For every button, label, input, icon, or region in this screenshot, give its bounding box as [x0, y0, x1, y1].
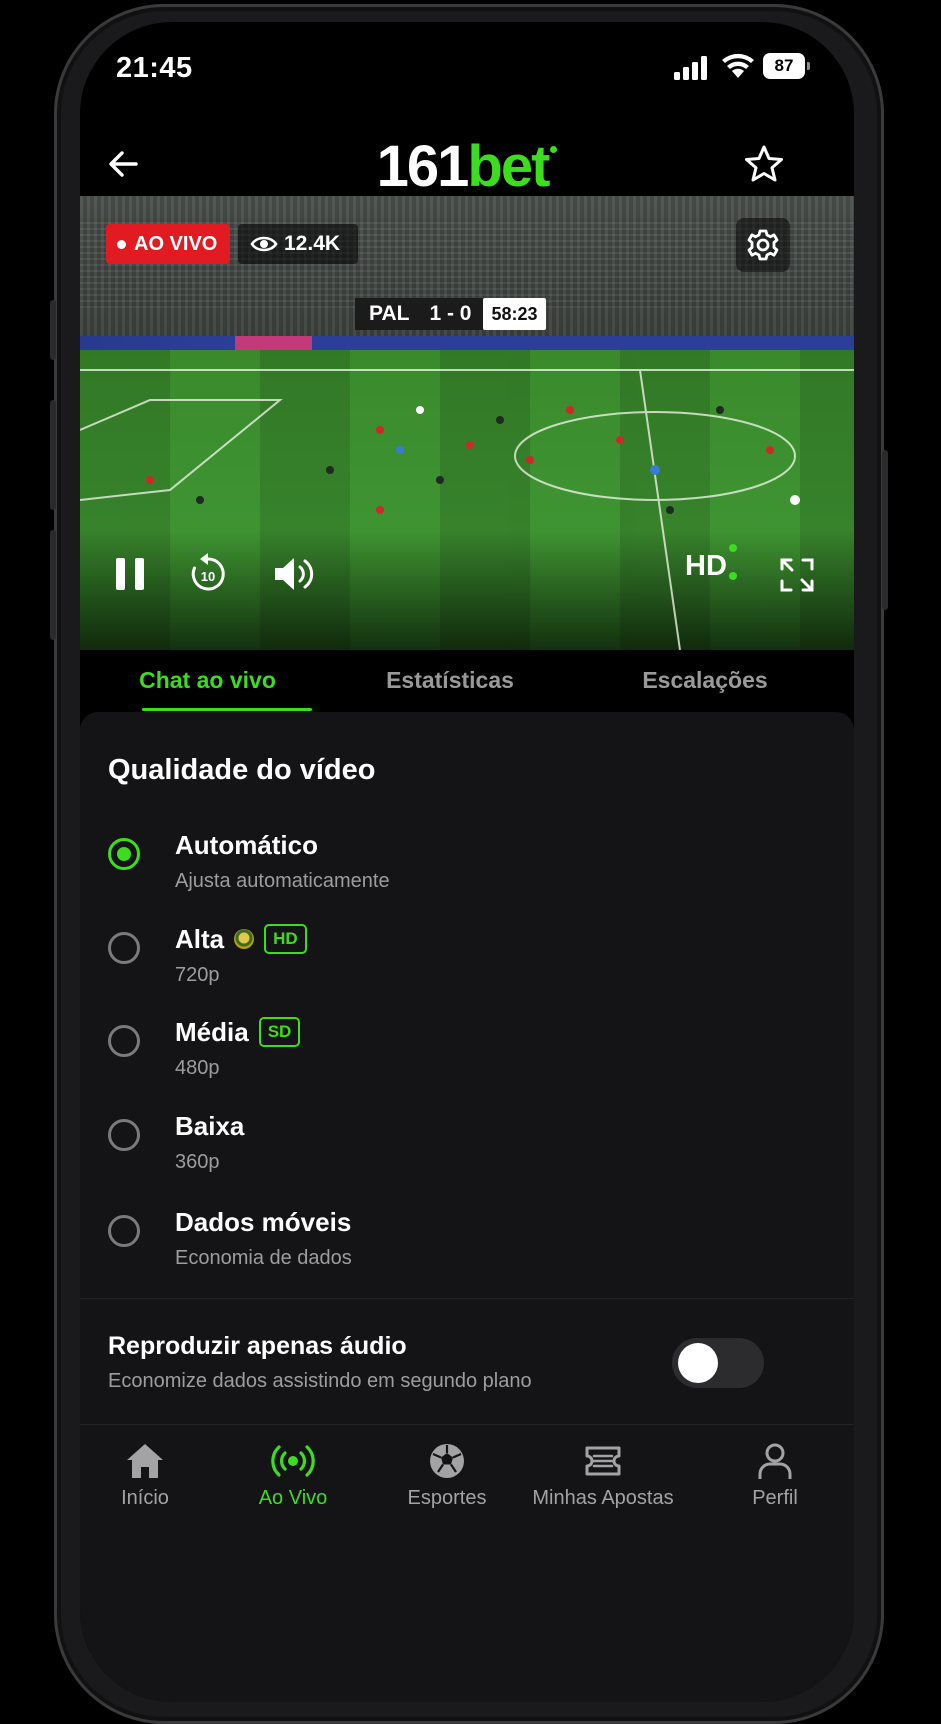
- option-sub: 720p: [175, 964, 220, 986]
- divider: [80, 1298, 854, 1299]
- sheet-title: Qualidade do vídeo: [108, 754, 376, 786]
- fullscreen-icon[interactable]: [778, 556, 816, 594]
- quality-option-auto[interactable]: Automático Ajusta automaticamente: [80, 828, 854, 918]
- nav-perfil[interactable]: Perfil: [700, 1441, 850, 1510]
- video-player[interactable]: AO VIVO 12.4K PAL 1 - 0 58:23 10 HD: [80, 196, 854, 650]
- option-label: Baixa: [175, 1111, 245, 1141]
- active-tab-indicator: [142, 708, 312, 711]
- radio-selected[interactable]: [108, 838, 140, 870]
- volume-icon[interactable]: [272, 554, 318, 594]
- option-sub: Economia de dados: [175, 1247, 352, 1269]
- audio-only-title: Reproduzir apenas áudio: [108, 1332, 407, 1360]
- scoreboard-overlay: PAL 1 - 0 58:23: [355, 298, 546, 330]
- wifi-icon: [722, 53, 754, 78]
- svg-text:10: 10: [201, 569, 215, 584]
- ticket-icon: [585, 1446, 621, 1476]
- quality-option-baixa[interactable]: Baixa 360p: [80, 1109, 854, 1199]
- radio-unselected[interactable]: [108, 932, 140, 964]
- rewind-10-icon[interactable]: 10: [186, 552, 230, 596]
- favorite-star-icon[interactable]: [742, 142, 786, 186]
- quality-indicator[interactable]: HD: [685, 544, 737, 583]
- radio-unselected[interactable]: [108, 1025, 140, 1057]
- option-label-row: Média SD: [175, 1015, 301, 1049]
- viewer-count: 12.4K: [238, 224, 358, 264]
- live-badge: AO VIVO: [106, 224, 230, 264]
- logo-number: 161: [376, 134, 470, 199]
- tab-bar: Chat ao vivo Estatísticas Escalações: [80, 650, 854, 712]
- video-settings-button[interactable]: [736, 218, 790, 272]
- logo-word: bet: [467, 134, 550, 199]
- option-label: Automático: [175, 830, 318, 860]
- user-icon: [758, 1443, 792, 1479]
- phone-side-button: [50, 300, 56, 360]
- option-label-row: Alta HD: [175, 922, 307, 956]
- premium-medal-icon: [234, 929, 255, 950]
- option-sub: 480p: [175, 1057, 220, 1079]
- home-icon: [127, 1444, 163, 1478]
- nav-label: Esportes: [407, 1487, 487, 1509]
- phone-volume-up: [50, 400, 56, 510]
- viewer-count-value: 12.4K: [284, 232, 341, 255]
- battery-level: 87: [763, 53, 805, 79]
- quality-indicator-label: HD: [685, 550, 727, 582]
- eye-icon: [250, 236, 278, 252]
- status-bar: 21:45 87: [80, 22, 854, 117]
- nav-label: Minhas Apostas: [532, 1487, 674, 1509]
- live-badge-label: AO VIVO: [134, 233, 218, 255]
- quality-option-alta[interactable]: Alta HD 720p: [80, 922, 854, 1012]
- nav-esportes[interactable]: Esportes: [372, 1441, 522, 1510]
- option-label: Média: [175, 1017, 249, 1047]
- radio-unselected[interactable]: [108, 1215, 140, 1247]
- phone-volume-down: [50, 530, 56, 640]
- option-label: Dados móveis: [175, 1207, 352, 1237]
- option-label: Alta: [175, 924, 225, 954]
- soccer-ball-icon: [430, 1444, 464, 1478]
- football-pitch: [80, 350, 854, 650]
- phone-power-button: [882, 450, 888, 610]
- option-sub: 360p: [175, 1151, 220, 1173]
- home-team-code: PAL: [355, 298, 424, 330]
- nav-inicio[interactable]: Início: [80, 1441, 220, 1510]
- tab-escalacoes[interactable]: Escalações: [600, 650, 810, 710]
- dynamic-island: [385, 40, 549, 82]
- nav-label: Início: [121, 1487, 169, 1509]
- quality-option-dados-moveis[interactable]: Dados móveis Economia de dados: [80, 1205, 854, 1295]
- bottom-navigation: Início Ao Vivo Esportes Minhas Apostas P…: [80, 1424, 854, 1575]
- nav-ao-vivo[interactable]: Ao Vivo: [218, 1441, 368, 1510]
- tab-estatisticas[interactable]: Estatísticas: [350, 650, 550, 710]
- match-clock: 58:23: [483, 298, 546, 330]
- cellular-signal-icon: [674, 56, 707, 80]
- nav-label: Ao Vivo: [258, 1487, 328, 1509]
- battery-icon: 87: [763, 53, 810, 79]
- broadcast-icon: [271, 1445, 315, 1477]
- brand-logo: 161bet: [80, 132, 854, 202]
- toggle-knob: [678, 1343, 718, 1383]
- option-sub: Ajusta automaticamente: [175, 870, 390, 892]
- phone-screen: 21:45 87 161bet AO VIVO 12.4K PAL 1 - 0 …: [80, 22, 854, 1702]
- status-time: 21:45: [116, 52, 193, 84]
- pause-icon[interactable]: [110, 554, 150, 594]
- sd-tag: SD: [258, 1017, 301, 1048]
- hd-tag: HD: [264, 924, 307, 955]
- match-score: 1 - 0: [423, 298, 484, 330]
- radio-unselected[interactable]: [108, 1119, 140, 1151]
- gear-icon: [747, 229, 779, 261]
- nav-label: Perfil: [752, 1487, 798, 1509]
- audio-only-toggle[interactable]: [672, 1338, 764, 1388]
- audio-only-subtitle: Economize dados assistindo em segundo pl…: [108, 1370, 532, 1392]
- tab-chat-ao-vivo[interactable]: Chat ao vivo: [100, 650, 315, 710]
- nav-minhas-apostas[interactable]: Minhas Apostas: [508, 1441, 698, 1510]
- advertising-board: [80, 336, 854, 350]
- quality-option-media[interactable]: Média SD 480p: [80, 1015, 854, 1105]
